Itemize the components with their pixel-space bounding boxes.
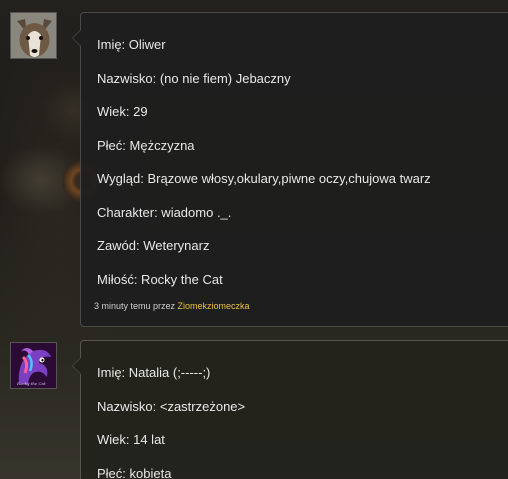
post-card: Imię: Oliwer Nazwisko: (no nie fiem) Jeb…	[72, 12, 508, 327]
post-line: Charakter: wiadomo ._.	[97, 204, 232, 220]
dog-avatar-icon	[11, 13, 56, 58]
post-line: Wiek: 29	[97, 104, 148, 119]
post-line: Zawód: Weterynarz	[97, 238, 210, 253]
post-line: Miłość: Rocky the Cat	[97, 271, 223, 287]
author-link[interactable]: Ziomekziomeczka	[178, 301, 250, 311]
post-meta: 3 minuty temu przez Ziomekziomeczka	[94, 301, 250, 311]
user-avatar[interactable]	[10, 12, 57, 59]
avatar-caption: Rocky the Cat	[17, 381, 46, 386]
post-line: Nazwisko: <zastrzeżone>	[97, 398, 246, 414]
post-line: Płeć: Mężczyzna	[97, 137, 195, 153]
post-line: Wygląd: Brązowe włosy,okulary,piwne oczy…	[97, 171, 431, 186]
post-line: Imię: Natalia (;-----;)	[97, 365, 211, 380]
post-card: Imię: Natalia (;-----;) Nazwisko: <zastr…	[72, 340, 508, 479]
user-avatar[interactable]: Rocky the Cat	[10, 342, 57, 389]
post-line: Wiek: 14 lat	[97, 432, 165, 447]
post-timestamp: 3 minuty temu przez	[94, 301, 176, 311]
post-line: Płeć: kobieta	[97, 465, 172, 479]
post-line: Nazwisko: (no nie fiem) Jebaczny	[97, 70, 291, 86]
post-line: Imię: Oliwer	[97, 37, 166, 52]
